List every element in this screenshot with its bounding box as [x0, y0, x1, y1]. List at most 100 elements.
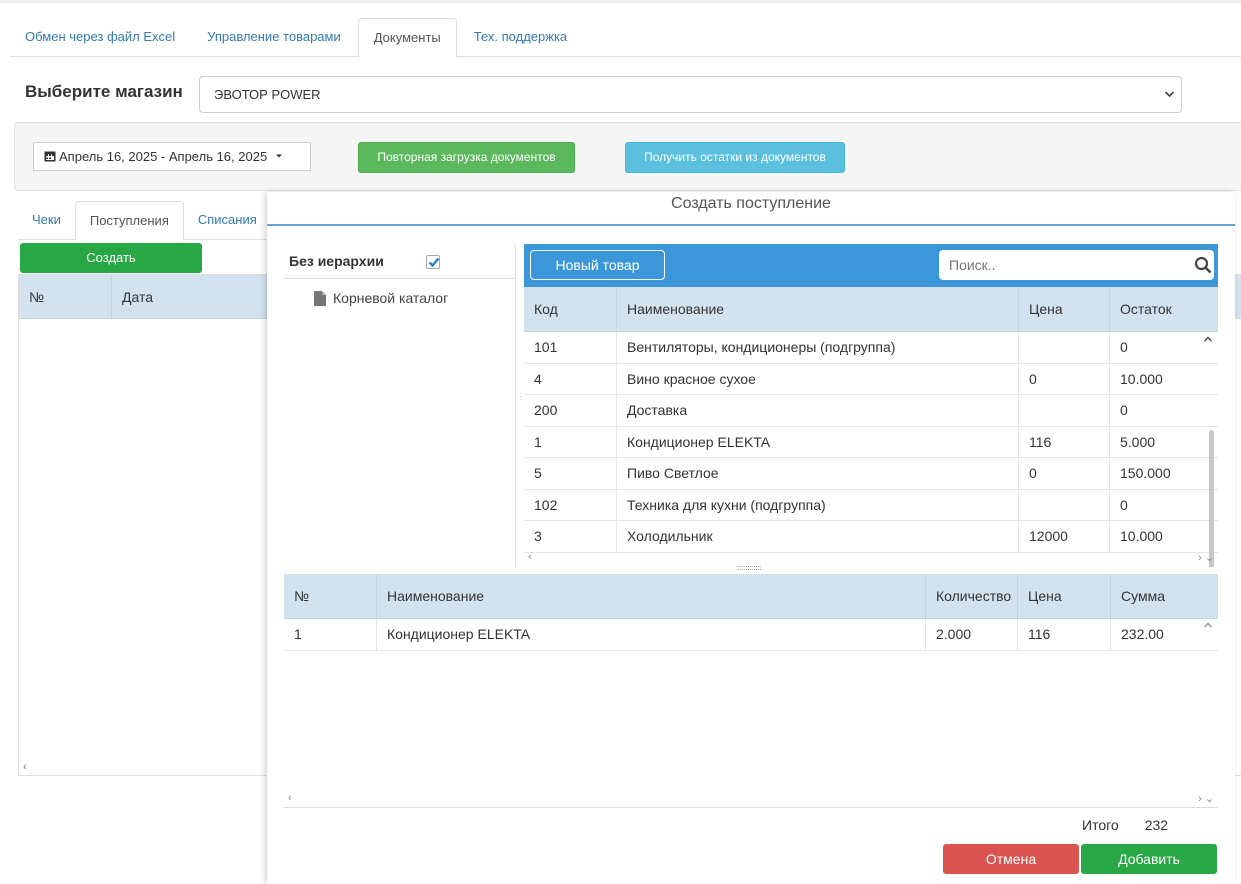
- column-name[interactable]: Наименование: [377, 574, 926, 618]
- get-stock-button[interactable]: Получить остатки из документов: [625, 142, 845, 173]
- cell-price: 116: [1019, 426, 1110, 457]
- cell-code: 200: [524, 395, 617, 426]
- cell-code: 1: [524, 426, 617, 457]
- cell-name: Кондиционер ELEKTA: [377, 619, 926, 650]
- selected-grid-header: № Наименование Количество Цена Сумма: [284, 574, 1218, 619]
- cell-quantity[interactable]: 2.000: [926, 619, 1018, 650]
- scroll-right-icon[interactable]: › ⌄: [1198, 792, 1214, 805]
- tab-write-offs[interactable]: Списания: [184, 201, 271, 240]
- products-scrollbar[interactable]: [1209, 430, 1214, 567]
- date-range-picker[interactable]: Апрель 16, 2025 - Апрель 16, 2025: [33, 142, 311, 171]
- column-number[interactable]: №: [284, 574, 377, 618]
- shop-label: Выберите магазин: [25, 82, 183, 101]
- product-toolbar: Новый товар: [524, 244, 1218, 287]
- top-border: [0, 0, 1241, 3]
- column-date[interactable]: Дата: [112, 275, 153, 318]
- no-hierarchy-label: Без иерархии: [289, 253, 384, 269]
- cell-code: 5: [524, 458, 617, 489]
- cell-code: 3: [524, 521, 617, 552]
- document-tabs: Чеки Поступления Списания: [18, 201, 278, 241]
- shop-select[interactable]: ЭВОТОР POWER: [199, 76, 1182, 113]
- cell-name: Холодильник: [617, 521, 1019, 552]
- cell-stock: 0: [1120, 402, 1128, 418]
- scroll-left-icon[interactable]: ‹: [23, 761, 27, 773]
- scroll-up-icon[interactable]: [1203, 618, 1213, 632]
- chevron-down-icon: [1164, 77, 1175, 126]
- tree-item-root[interactable]: Корневой каталог: [314, 290, 448, 306]
- vertical-splitter[interactable]: ⋮: [517, 392, 525, 416]
- tab-excel-exchange[interactable]: Обмен через файл Excel: [10, 18, 190, 57]
- scroll-left-icon[interactable]: ‹: [288, 792, 292, 804]
- cell-stock: 10.000: [1120, 370, 1163, 387]
- cancel-button[interactable]: Отмена: [943, 844, 1079, 874]
- cell-price: 0: [1019, 458, 1110, 489]
- caret-down-icon: [275, 154, 282, 158]
- modal-header: Создать поступление: [267, 192, 1235, 226]
- scroll-right-icon[interactable]: › ⌄: [1198, 551, 1214, 564]
- table-row[interactable]: 1 Кондиционер ELEKTA 2.000 116 232.00: [284, 619, 1218, 651]
- column-sum[interactable]: Сумма: [1111, 574, 1206, 618]
- cell-name: Техника для кухни (подгруппа): [617, 489, 1019, 520]
- tab-arrivals[interactable]: Поступления: [74, 201, 184, 241]
- column-code[interactable]: Код: [524, 287, 617, 331]
- search-icon[interactable]: [1194, 256, 1212, 274]
- table-row[interactable]: 1 Кондиционер ELEKTA 116 5.000: [524, 426, 1218, 458]
- cell-code: 102: [524, 489, 617, 520]
- cell-price[interactable]: 116: [1018, 619, 1111, 650]
- new-product-button[interactable]: Новый товар: [530, 250, 665, 280]
- total-label: Итого: [1082, 817, 1119, 833]
- scroll-left-icon[interactable]: ‹: [528, 551, 532, 563]
- selected-hscroll[interactable]: ‹ › ⌄: [284, 792, 1218, 808]
- category-tree: Без иерархии Корневой каталог: [284, 244, 516, 566]
- total-value: 232: [1144, 817, 1169, 833]
- table-row[interactable]: 4 Вино красное сухое 0 10.000: [524, 363, 1218, 395]
- selected-items-grid: № Наименование Количество Цена Сумма 1 К…: [284, 574, 1218, 808]
- tab-documents[interactable]: Документы: [357, 18, 457, 58]
- horizontal-splitter[interactable]: [737, 566, 761, 570]
- table-row[interactable]: 102 Техника для кухни (подгруппа) 0: [524, 489, 1218, 521]
- products-grid: Код Наименование Цена Остаток 101 Вентил…: [524, 287, 1218, 567]
- products-hscroll[interactable]: ‹ › ⌄: [524, 551, 1218, 567]
- main-tabs: Обмен через файл Excel Управление товара…: [10, 18, 1241, 58]
- documents-grid-header: № Дата: [19, 275, 269, 319]
- grid-edge: [1235, 274, 1241, 776]
- cell-sum: 232.00: [1121, 626, 1164, 642]
- table-row[interactable]: 101 Вентиляторы, кондиционеры (подгруппа…: [524, 332, 1218, 364]
- scroll-up-icon[interactable]: [1203, 332, 1213, 346]
- products-grid-header: Код Наименование Цена Остаток: [524, 287, 1218, 332]
- tab-product-management[interactable]: Управление товарами: [192, 18, 356, 57]
- cell-price: [1019, 395, 1110, 426]
- calendar-icon: [44, 151, 56, 162]
- cell-stock: 0: [1120, 339, 1128, 355]
- total: Итого 232: [1082, 817, 1168, 833]
- cell-name: Кондиционер ELEKTA: [617, 426, 1019, 457]
- cell-stock: 10.000: [1120, 528, 1163, 544]
- cell-stock: 5.000: [1120, 433, 1156, 450]
- cell-name: Вентиляторы, кондиционеры (подгруппа): [617, 332, 1019, 363]
- documents-grid: № Дата ‹: [18, 274, 270, 776]
- tab-support[interactable]: Тех. поддержка: [459, 18, 582, 57]
- no-hierarchy-checkbox[interactable]: [426, 255, 440, 269]
- check-icon: [428, 257, 440, 268]
- create-button[interactable]: Создать: [20, 243, 202, 273]
- column-stock[interactable]: Остаток: [1110, 287, 1206, 331]
- table-row[interactable]: 3 Холодильник 12000 10.000: [524, 521, 1218, 553]
- column-price[interactable]: Цена: [1019, 287, 1110, 331]
- column-number[interactable]: №: [19, 275, 112, 318]
- table-row[interactable]: 200 Доставка 0: [524, 395, 1218, 427]
- cell-price: [1019, 489, 1110, 520]
- tab-receipts[interactable]: Чеки: [18, 201, 75, 240]
- create-arrival-modal: Создать поступление Без иерархии Корнево…: [267, 192, 1235, 884]
- tree-header: Без иерархии: [284, 244, 515, 279]
- cell-price: [1019, 332, 1110, 363]
- reload-documents-button[interactable]: Повторная загрузка документов: [358, 142, 575, 173]
- add-button[interactable]: Добавить: [1081, 844, 1217, 874]
- column-price[interactable]: Цена: [1018, 574, 1111, 618]
- search-input[interactable]: [939, 250, 1179, 280]
- column-name[interactable]: Наименование: [617, 287, 1019, 331]
- column-quantity[interactable]: Количество: [926, 574, 1018, 618]
- search-box: [939, 250, 1214, 280]
- cell-code: 4: [524, 363, 617, 394]
- cell-name: Вино красное сухое: [617, 363, 1019, 394]
- table-row[interactable]: 5 Пиво Светлое 0 150.000: [524, 458, 1218, 490]
